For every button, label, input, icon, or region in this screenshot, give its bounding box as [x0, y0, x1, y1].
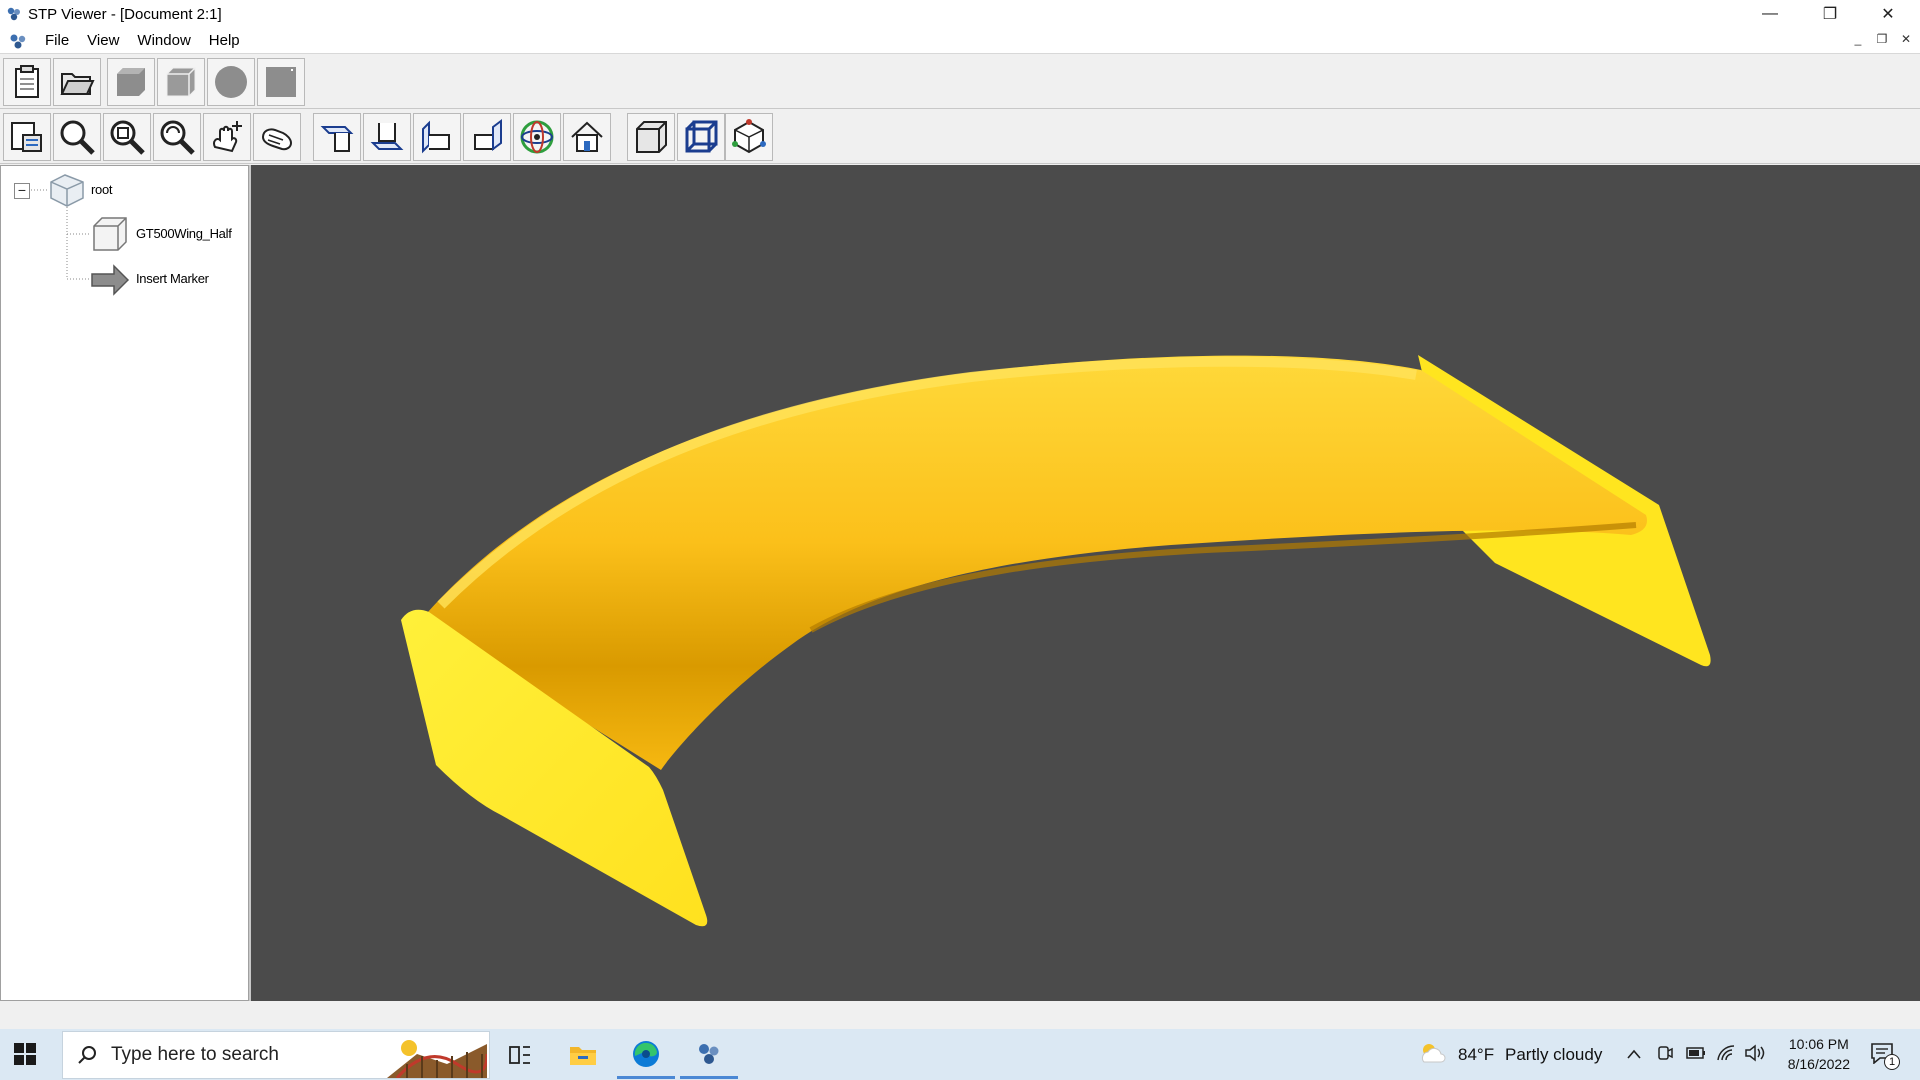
windows-logo-icon — [14, 1043, 36, 1065]
3d-viewport[interactable] — [251, 165, 1920, 1001]
wing-model — [401, 355, 1711, 927]
solid-cube-icon — [636, 121, 667, 153]
wireframe-cube-icon — [685, 120, 718, 153]
zoom-dynamic-icon — [160, 120, 195, 155]
minimize-button[interactable]: — — [1742, 0, 1798, 28]
plane-icon — [266, 67, 296, 97]
view-left-button[interactable] — [413, 113, 461, 161]
model-tree-panel: − root GT500Wing_Half Insert Marker — [0, 165, 249, 1001]
taskbar-stp-viewer[interactable] — [680, 1031, 738, 1079]
view-bottom-icon — [370, 123, 404, 150]
pan-button[interactable] — [203, 113, 251, 161]
mdi-minimize-button[interactable]: _ — [1848, 32, 1868, 46]
view-home-button[interactable] — [563, 113, 611, 161]
menu-window[interactable]: Window — [128, 32, 199, 49]
clipboard-button[interactable] — [3, 58, 51, 106]
mdi-restore-button[interactable]: ❐ — [1872, 32, 1892, 46]
zoom-icon — [60, 120, 95, 155]
close-button[interactable]: ✕ — [1860, 0, 1916, 28]
menu-bar: File View Window Help — [0, 28, 1920, 54]
search-highlight-illustration — [387, 1040, 487, 1078]
taskbar-file-explorer[interactable] — [554, 1031, 612, 1079]
taskbar-clock[interactable]: 10:06 PM 8/16/2022 — [1788, 1034, 1850, 1074]
view-right-icon — [474, 119, 502, 151]
stp-viewer-app-icon — [7, 7, 20, 21]
window-title: STP Viewer - [Document 2:1] — [28, 5, 222, 23]
stp-viewer-icon — [699, 1043, 719, 1064]
search-placeholder: Type here to search — [111, 1044, 279, 1065]
zoom-button[interactable] — [53, 113, 101, 161]
shaded-edges-mode-button[interactable] — [157, 58, 205, 106]
shaded-box-edges-icon — [166, 67, 196, 97]
tree-node-marker[interactable]: Insert Marker — [136, 271, 209, 286]
menu-file[interactable]: File — [36, 32, 78, 49]
volume-icon[interactable] — [1744, 1044, 1766, 1062]
sphere-icon — [215, 66, 247, 98]
taskbar-edge[interactable] — [617, 1031, 675, 1079]
view-left-icon — [422, 120, 450, 154]
document-icon[interactable] — [8, 32, 28, 50]
view-bottom-button[interactable] — [363, 113, 411, 161]
clock-time: 10:06 PM — [1788, 1036, 1849, 1052]
meet-now-icon[interactable] — [1656, 1044, 1674, 1062]
taskbar-search[interactable]: Type here to search — [62, 1031, 490, 1079]
weather-partly-cloudy-icon — [1421, 1044, 1446, 1063]
rotate-button[interactable] — [253, 113, 301, 161]
view-toolbar — [0, 110, 1920, 164]
view-iso-icon — [520, 120, 554, 154]
status-bar — [0, 1001, 1920, 1029]
mdi-close-button[interactable]: ✕ — [1896, 32, 1916, 46]
search-icon — [78, 1046, 96, 1064]
wireframe-mode-button[interactable] — [677, 113, 725, 161]
view-top-button[interactable] — [313, 113, 361, 161]
pan-icon — [213, 121, 242, 153]
open-folder-icon — [60, 73, 95, 95]
task-view-icon — [509, 1046, 530, 1064]
notification-count-badge: 1 — [1884, 1054, 1900, 1070]
taskbar-task-view[interactable] — [491, 1031, 549, 1079]
view-iso-button[interactable] — [513, 113, 561, 161]
fit-all-button[interactable] — [3, 113, 51, 161]
menu-help[interactable]: Help — [200, 32, 249, 49]
rotate-hand-icon — [261, 128, 293, 151]
assembly-icon — [50, 174, 84, 207]
arrow-marker-icon — [91, 264, 130, 296]
weather-temperature[interactable]: 84°F — [1458, 1045, 1494, 1065]
part-cube-icon — [93, 217, 127, 251]
plane-button[interactable] — [257, 58, 305, 106]
solid-mode-button[interactable] — [627, 113, 675, 161]
file-toolbar — [0, 55, 1920, 109]
battery-icon[interactable] — [1686, 1047, 1706, 1059]
edge-icon — [633, 1040, 659, 1067]
tree-node-root[interactable]: root — [91, 182, 113, 197]
fit-page-icon — [11, 122, 42, 152]
chevron-up-icon[interactable] — [1626, 1048, 1642, 1060]
clock-date: 8/16/2022 — [1787, 1056, 1850, 1072]
zoom-window-button[interactable] — [103, 113, 151, 161]
tree-node-part[interactable]: GT500Wing_Half — [136, 226, 232, 241]
weather-condition[interactable]: Partly cloudy — [1505, 1045, 1602, 1065]
restore-button[interactable]: ❐ — [1802, 0, 1858, 28]
notification-center-button[interactable]: 1 — [1870, 1042, 1900, 1072]
axes-cube-icon — [732, 119, 766, 154]
view-top-icon — [320, 126, 354, 152]
wifi-icon[interactable] — [1716, 1044, 1736, 1062]
file-explorer-icon — [570, 1047, 596, 1065]
clipboard-icon — [15, 65, 39, 98]
axes-mode-button[interactable] — [725, 113, 773, 161]
open-button[interactable] — [53, 58, 101, 106]
start-button[interactable] — [14, 1043, 36, 1065]
shaded-mode-button[interactable] — [107, 58, 155, 106]
view-home-icon — [571, 121, 603, 152]
menu-view[interactable]: View — [78, 32, 128, 49]
title-bar: STP Viewer - [Document 2:1] — [0, 0, 1920, 28]
shaded-box-icon — [117, 68, 145, 96]
view-right-button[interactable] — [463, 113, 511, 161]
zoom-window-icon — [110, 120, 145, 155]
zoom-dynamic-button[interactable] — [153, 113, 201, 161]
tree-collapse-toggle[interactable]: − — [14, 183, 30, 199]
sphere-button[interactable] — [207, 58, 255, 106]
